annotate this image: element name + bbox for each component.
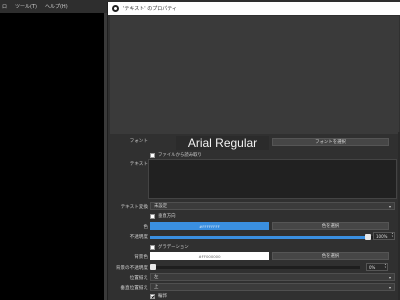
spin-arrows-icon[interactable]: ▴ ▾ [392,232,393,239]
bg-opacity-slider-handle[interactable] [150,264,156,270]
bg-opacity-slider[interactable] [150,266,360,269]
vertical-label: 垂直方向 [158,214,176,219]
opacity-slider[interactable] [150,236,389,239]
bg-color-label: 背景色 [134,255,148,260]
bg-color-swatch: #FF000000 [150,252,269,260]
chevron-down-icon: ▾ [388,285,391,290]
text-transform-value: 未設定 [154,204,168,209]
text-input[interactable] [148,159,397,199]
text-label: テキスト [129,162,148,167]
select-font-button[interactable]: フォントを選択 [272,138,389,146]
obs-app-icon [112,5,119,12]
opacity-spinbox[interactable]: 100% ▴ ▾ [373,232,395,240]
read-from-file-checkbox[interactable] [150,152,155,158]
chevron-down-icon: ▾ [388,204,391,209]
gradient-label: グラデーション [158,245,189,250]
color-label: 色 [143,225,148,230]
chevron-down-icon: ▾ [388,275,391,280]
select-color-button[interactable]: 色を選択 [272,222,389,230]
opacity-label: 不透明度 [129,235,148,240]
gradient-checkbox[interactable] [150,244,155,250]
opacity-value: 100% [376,233,388,239]
spin-arrows-icon[interactable]: ▴ ▾ [385,263,386,270]
menu-item-tools[interactable]: ツール(T) [15,3,37,10]
source-preview [110,16,399,134]
main-preview-canvas [0,13,104,300]
vertical-checkbox[interactable] [150,213,155,219]
valign-label: 垂直位置揃え [120,286,148,291]
vertical-row[interactable]: 垂直方向 [150,213,176,219]
menu-item-help[interactable]: ヘルプ(H) [45,3,68,10]
align-value: 左 [154,275,159,280]
color-swatch: #FFFFFFFF [150,222,269,230]
select-bg-color-button[interactable]: 色を選択 [272,252,389,260]
bg-opacity-value: 0% [369,264,376,270]
text-transform-label: テキスト変換 [120,205,148,210]
properties-dialog: 'テキスト' のプロパティ フォント Arial Regular フォントを選択… [107,2,400,300]
dialog-title: 'テキスト' のプロパティ [123,6,177,12]
valign-select[interactable]: 上 ▾ [150,283,395,291]
align-select[interactable]: 左 ▾ [150,273,395,281]
outline-label: 輪郭 [158,294,167,299]
outline-checkbox[interactable] [150,293,155,299]
bg-opacity-label: 背景の不透明度 [115,266,148,271]
bg-opacity-spinbox[interactable]: 0% ▴ ▾ [366,263,388,271]
read-from-file-label: ファイルから読み取り [158,153,202,158]
dialog-titlebar[interactable]: 'テキスト' のプロパティ [108,2,400,15]
align-label: 位置揃え [129,276,148,281]
text-transform-select[interactable]: 未設定 ▾ [150,202,395,210]
valign-value: 上 [154,285,159,290]
outline-row[interactable]: 輪郭 [150,293,167,299]
gradient-row[interactable]: グラデーション [150,244,189,250]
font-label: フォント [129,139,148,144]
font-display: Arial Regular [176,136,269,150]
opacity-slider-fill [150,236,371,239]
read-from-file-row[interactable]: ファイルから読み取り [150,152,202,158]
menu-item-partial[interactable]: ロ [2,3,7,10]
opacity-slider-handle[interactable] [365,234,371,240]
